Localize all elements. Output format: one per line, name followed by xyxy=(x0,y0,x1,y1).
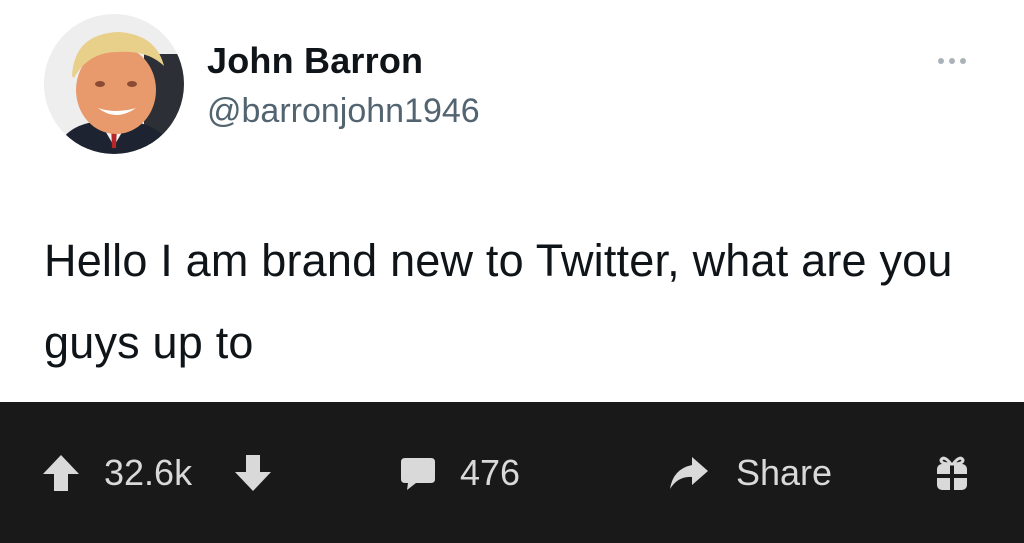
award-button[interactable] xyxy=(932,402,972,543)
comment-bubble-icon xyxy=(401,457,435,490)
comments-button[interactable] xyxy=(398,402,438,543)
tweet-card: John Barron @barronjohn1946 Hello I am b… xyxy=(0,0,1024,402)
display-name[interactable]: John Barron xyxy=(207,40,423,82)
arrow-down-icon xyxy=(235,454,271,491)
user-handle[interactable]: @barronjohn1946 xyxy=(207,92,480,131)
downvote-button[interactable] xyxy=(232,402,274,543)
score-label: 32.6k xyxy=(104,451,193,493)
upvote-button[interactable] xyxy=(40,402,82,543)
post-action-bar: 32.6k 476 Share xyxy=(0,402,1024,543)
profile-photo xyxy=(44,14,184,154)
gift-icon xyxy=(937,456,967,490)
more-options-button[interactable] xyxy=(928,48,976,74)
tweet-text: Hello I am brand new to Twitter, what ar… xyxy=(44,235,953,368)
share-button[interactable] xyxy=(666,402,710,543)
score-count: 32.6k xyxy=(104,402,192,543)
share-label-wrap[interactable]: Share xyxy=(736,402,832,543)
share-label: Share xyxy=(736,451,833,493)
more-horizontal-icon xyxy=(938,58,944,64)
comment-count: 476 xyxy=(460,402,520,543)
arrow-up-icon xyxy=(43,454,79,491)
comment-count-label: 476 xyxy=(460,451,521,493)
avatar[interactable] xyxy=(44,14,184,154)
share-arrow-icon xyxy=(670,456,708,489)
